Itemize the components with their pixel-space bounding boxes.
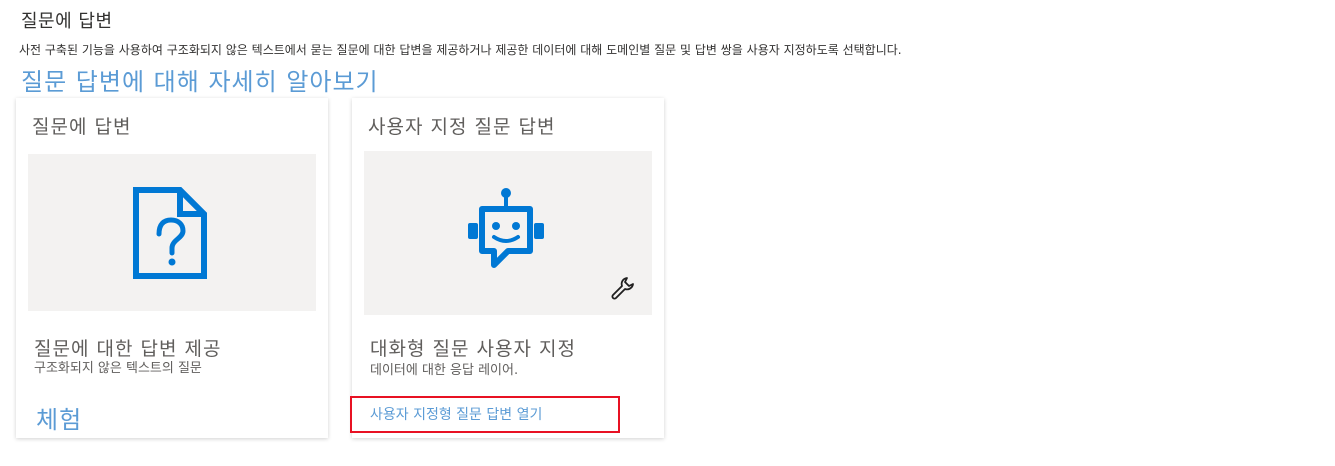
card-image [28, 154, 316, 311]
card-title: 사용자 지정 질문 답변 [368, 116, 556, 138]
card-image [364, 151, 652, 315]
chat-bot-icon [468, 188, 544, 268]
card-heading: 대화형 질문 사용자 지정 [370, 338, 576, 360]
question-answering-card: 질문에 답변 질문에 대한 답변 제공 구조화되지 않은 텍스트의 질문 체험 [16, 98, 328, 438]
document-question-icon [133, 187, 207, 279]
try-it-link[interactable]: 체험 [36, 400, 82, 435]
page-title: 질문에 답변 [21, 11, 113, 32]
card-subtext: 구조화되지 않은 텍스트의 질문 [34, 361, 202, 376]
page-description: 사전 구축된 기능을 사용하여 구조화되지 않은 텍스트에서 묻는 질문에 대한… [19, 43, 902, 57]
open-custom-question-answering-link[interactable]: 사용자 지정형 질문 답변 열기 [370, 404, 542, 424]
wrench-icon [611, 277, 634, 300]
card-title: 질문에 답변 [32, 116, 132, 138]
card-subtext: 데이터에 대한 응답 레이어. [370, 363, 519, 378]
learn-more-link[interactable]: 질문 답변에 대해 자세히 알아보기 [21, 62, 379, 97]
custom-question-answering-card: 사용자 지정 질문 답변 대화형 질문 사용자 지정 데이터에 대한 응답 레이… [352, 98, 664, 438]
